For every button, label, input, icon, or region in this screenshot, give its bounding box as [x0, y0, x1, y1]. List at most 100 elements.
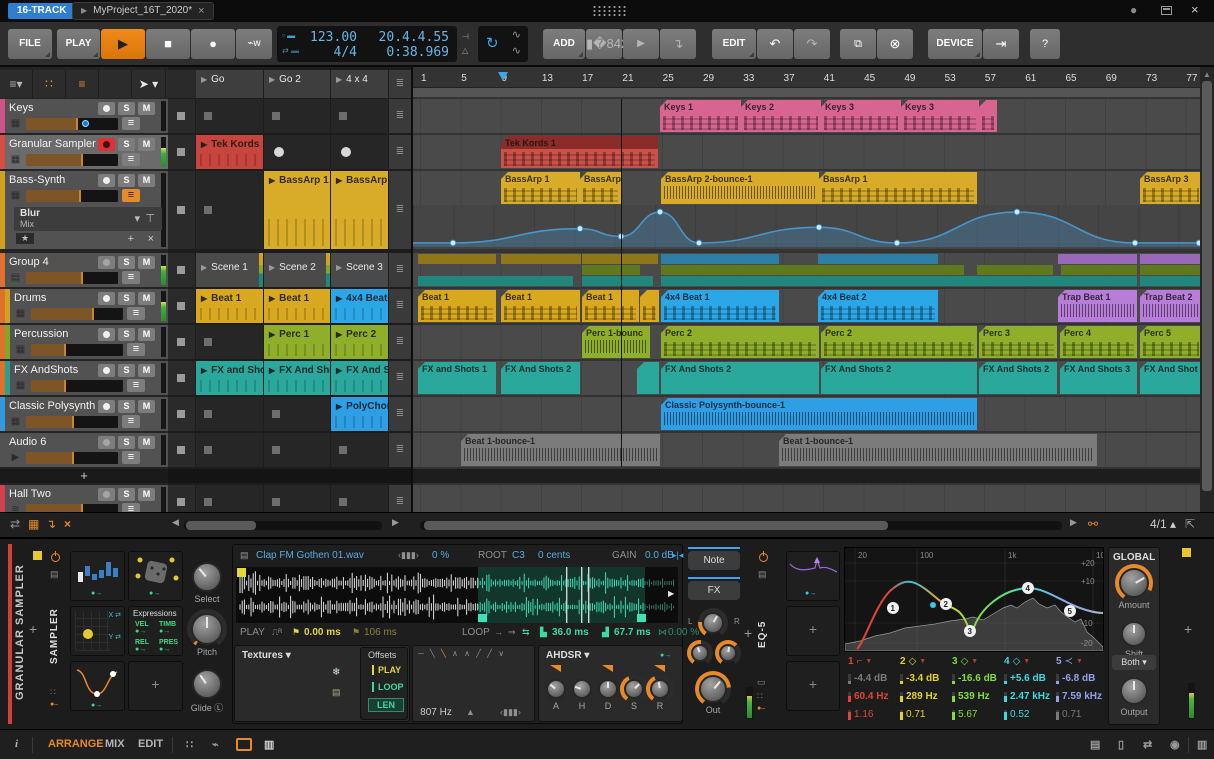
clip-row-menu[interactable]: ≣	[389, 135, 411, 169]
clip-stop-button[interactable]	[168, 397, 195, 431]
clip-slot-drums-1[interactable]: ▶ Beat 1	[196, 289, 263, 323]
record-arm-button[interactable]	[98, 256, 115, 269]
launcher-scroll-left-icon[interactable]: ◀	[172, 517, 179, 528]
clip-stop-button[interactable]	[168, 433, 195, 467]
mute-button[interactable]: M	[138, 488, 155, 501]
sample-start-value[interactable]: 0.00 ms	[304, 627, 341, 638]
clip-row-menu[interactable]: ≣	[389, 253, 411, 287]
sample-play-icon[interactable]: ▶	[668, 589, 674, 598]
project-switcher-button[interactable]: 16-TRACK	[8, 3, 76, 19]
loop-on-icon[interactable]: ⇒	[508, 627, 516, 638]
arranger-scrollbar[interactable]	[420, 521, 1062, 530]
chevron-down-icon[interactable]: ▼	[865, 658, 872, 665]
solo-button[interactable]: S	[118, 102, 135, 115]
arranger-clip-fx-and-shot[interactable]: FX And Shot	[1140, 362, 1202, 394]
scene-header-4-x-4[interactable]: ▶ 4 x 4	[331, 70, 388, 98]
eq-band-5-freq[interactable]: 7.59 kHz	[1056, 691, 1102, 702]
arranger-clip-keys-3[interactable]: Keys 3	[901, 100, 979, 132]
note-fx-slot-button[interactable]: Note	[688, 551, 740, 570]
add-track-row[interactable]: +	[0, 469, 168, 483]
clip-stop-button[interactable]	[168, 99, 195, 133]
sampler-remote-controls-icon[interactable]: ∷	[50, 687, 56, 698]
track-header-percussion[interactable]: Percussion S M ▦ ≡	[0, 325, 168, 359]
arranger-clip-beat-1[interactable]: Beat 1	[582, 290, 639, 322]
arranger-clip-perc-1-bounc[interactable]: Perc 1-bounc	[582, 326, 650, 358]
sampler-device-name[interactable]: SAMPLER	[49, 591, 65, 681]
arranger-clip-segment[interactable]	[979, 100, 997, 132]
solo-button[interactable]: S	[118, 328, 135, 341]
arranger-scroll-thumb[interactable]	[424, 521, 888, 530]
clip-slot-keys-1[interactable]	[196, 99, 263, 133]
solo-button[interactable]: S	[118, 400, 135, 413]
clip-slot-group-4-2[interactable]: ▶ Scene 2	[264, 253, 330, 287]
eq-mode-dropdown[interactable]: Both ▾	[1112, 655, 1156, 670]
out-knob[interactable]	[699, 675, 727, 703]
solo-button[interactable]: S	[118, 256, 135, 269]
eq5-remote-controls-icon[interactable]: ∷	[757, 691, 763, 702]
gain-value[interactable]: 0.0 dB	[645, 550, 674, 561]
sample-file-name[interactable]: Clap FM Gothen 01.wav	[256, 550, 364, 561]
arranger-clip-bassarp-1[interactable]: BassArp 1	[819, 172, 977, 204]
track-menu-button[interactable]: ≡	[122, 117, 140, 130]
eq5-power-icon[interactable]	[759, 551, 768, 562]
onscreen-keyboard-icon[interactable]: ▥	[1197, 738, 1207, 751]
clip-row-menu[interactable]: ≣	[389, 325, 411, 359]
clip-slot-drums-2[interactable]: ▶ Beat 1	[264, 289, 330, 323]
mapping-panel-icon[interactable]: ⇄	[1143, 738, 1152, 751]
cents-value[interactable]: 0 cents	[538, 550, 570, 561]
track-header-drums[interactable]: Drums S M ▦ ≡	[0, 289, 168, 323]
redo-button[interactable]: ↷	[794, 29, 830, 59]
env-s-knob[interactable]	[624, 679, 644, 699]
eq5-add-modulator-tile[interactable]: +	[786, 606, 840, 656]
mute-button[interactable]: M	[138, 364, 155, 377]
mute-button[interactable]: M	[138, 174, 155, 187]
eq-band-2-freq[interactable]: 289 Hz	[900, 691, 938, 702]
track-menu-button[interactable]: ≡	[122, 153, 140, 166]
modulator-random-tile[interactable]: ●→	[128, 551, 183, 601]
scene-mini-header[interactable]: ≣	[389, 70, 411, 98]
clip-launcher-toggle-icon[interactable]	[236, 738, 252, 751]
loop-pingpong-icon[interactable]: ⇆	[522, 627, 530, 638]
mute-button[interactable]: M	[138, 138, 155, 151]
volume-fader[interactable]	[31, 379, 123, 392]
eq-band-1-q[interactable]: 1.16	[848, 709, 873, 720]
eq-band-1-selector[interactable]: 1 ⌐ ▼	[848, 656, 872, 667]
clip-slot-bass-synth-3[interactable]: ▶BassArp 2	[331, 171, 388, 249]
volume-fader[interactable]	[26, 503, 118, 512]
arranger-clip-perc-2[interactable]: Perc 2	[821, 326, 977, 358]
star-icon[interactable]: ★	[16, 233, 35, 244]
env-shape-handle[interactable]	[654, 665, 665, 672]
clip-stop-button[interactable]	[168, 325, 195, 359]
velocity-knob[interactable]	[691, 644, 709, 662]
add-device-button[interactable]: +	[744, 625, 752, 641]
mixer-strip-icon[interactable]: ▥	[264, 738, 274, 751]
mute-button[interactable]: M	[138, 328, 155, 341]
chevron-down-icon[interactable]: ▼	[1023, 658, 1030, 665]
crossfade-icon[interactable]: ∿	[512, 44, 521, 57]
add-instrument-track-icon[interactable]: ▮�842;▮	[586, 29, 639, 59]
volume-fader[interactable]	[26, 153, 118, 166]
arranger-clip-classic-polysynth-bounce-1[interactable]: Classic Polysynth-bounce-1	[661, 398, 977, 430]
delete-mode-icon[interactable]: ×	[64, 517, 71, 531]
mute-button[interactable]: M	[138, 292, 155, 305]
eq-band-3-selector[interactable]: 3 ◇ ▼	[952, 656, 978, 667]
arranger-clip-trap-beat-2[interactable]: Trap Beat 2	[1140, 290, 1202, 322]
add-device-end-button[interactable]: +	[1184, 621, 1192, 637]
arranger-lane-group-4[interactable]	[413, 253, 1200, 287]
eq-band-3-q[interactable]: 5.67	[952, 709, 977, 720]
track-header-granular-sampler[interactable]: Granular Sampler S M ▦ ≡	[0, 135, 168, 169]
clip-row-menu[interactable]: ≣	[389, 361, 411, 395]
sample-folder-icon[interactable]: ▤	[240, 550, 249, 561]
clip-slot-hall-two-2[interactable]	[264, 485, 330, 512]
clip-slot-classic-polysynth-2[interactable]	[264, 397, 330, 431]
delete-button[interactable]: ⊗	[877, 29, 913, 59]
record-arm-button[interactable]	[98, 436, 115, 449]
track-menu-button[interactable]: ≡	[127, 307, 145, 320]
sample-length-value[interactable]: 106 ms	[364, 627, 397, 638]
clip-slot-audio-6-3[interactable]	[331, 433, 388, 467]
clip-slot-classic-polysynth-3[interactable]: ▶PolyChords	[331, 397, 388, 431]
metronome-icon[interactable]: △	[462, 46, 468, 55]
clip-slot-bass-synth-2[interactable]: ▶ BassArp 1	[264, 171, 330, 249]
clip-slot-group-4-3[interactable]: ▶ Scene 3	[331, 253, 388, 287]
env-r-knob[interactable]	[650, 679, 670, 699]
